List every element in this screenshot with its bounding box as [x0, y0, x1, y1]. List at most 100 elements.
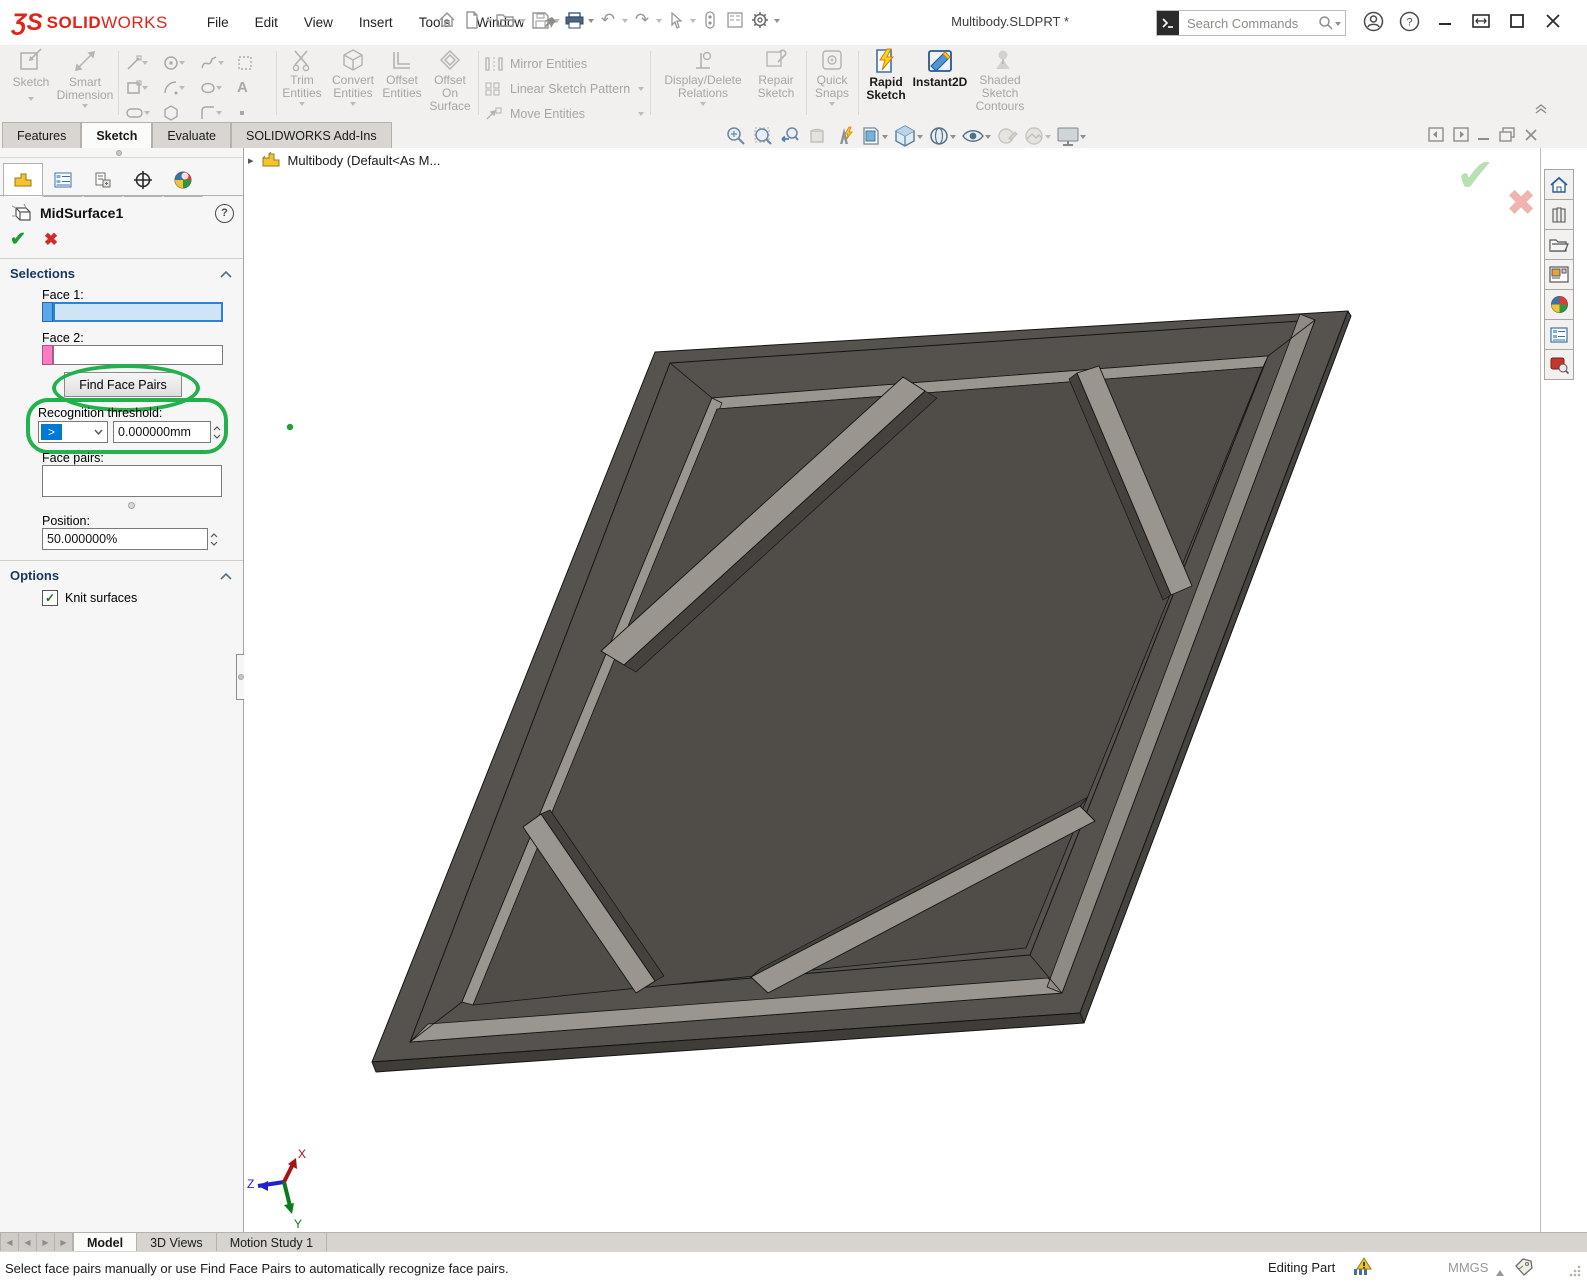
first-tab-button[interactable]: ◀: [0, 1233, 19, 1252]
tab-property-manager[interactable]: [3, 163, 43, 197]
apply-scene-icon[interactable]: [1023, 125, 1051, 147]
section-view-icon[interactable]: [806, 125, 828, 147]
panel-splitter-handle[interactable]: [236, 654, 244, 700]
maximize-button[interactable]: [1502, 8, 1532, 34]
text-tool-icon[interactable]: A: [233, 75, 270, 100]
edit-appearance-icon[interactable]: [996, 125, 1018, 147]
resize-grip[interactable]: [1568, 1264, 1582, 1278]
repair-sketch-button[interactable]: Repair Sketch: [750, 48, 802, 120]
tab-display-manager[interactable]: [163, 163, 203, 197]
rapid-sketch-button[interactable]: Rapid Sketch: [862, 48, 910, 120]
selection-filter-icon[interactable]: [699, 9, 721, 31]
menu-insert[interactable]: Insert: [346, 10, 406, 35]
next-document-icon[interactable]: [1453, 127, 1469, 142]
mirror-entities-button[interactable]: Mirror Entities: [484, 51, 644, 76]
face2-selection-box[interactable]: [53, 345, 223, 365]
restore-document-icon[interactable]: [1499, 127, 1515, 142]
appearances-scenes-icon[interactable]: [1544, 289, 1574, 320]
help-icon[interactable]: ?: [215, 204, 234, 223]
ellipse-tool-icon[interactable]: [196, 75, 233, 100]
menu-file[interactable]: File: [194, 10, 242, 35]
units-indicator[interactable]: MMGS: [1448, 1260, 1488, 1275]
options-group-header[interactable]: Options: [10, 568, 234, 583]
tab-solidworks-addins[interactable]: SOLIDWORKS Add-Ins: [231, 122, 392, 148]
ok-button[interactable]: ✔: [10, 228, 26, 251]
close-document-icon[interactable]: [1524, 128, 1538, 142]
settings-gear-icon[interactable]: [749, 9, 771, 31]
selections-group-header[interactable]: Selections: [10, 266, 234, 281]
search-magnifier-icon[interactable]: [1317, 14, 1335, 32]
collapse-ribbon-icon[interactable]: [1534, 103, 1548, 115]
zoom-fit-icon[interactable]: [725, 125, 747, 147]
close-button[interactable]: [1538, 8, 1568, 34]
tab-sketch[interactable]: Sketch: [81, 122, 152, 148]
threshold-operator-dropdown[interactable]: >: [38, 421, 108, 443]
next-tab-button[interactable]: ▶: [37, 1233, 55, 1252]
design-library-icon[interactable]: [1544, 199, 1574, 230]
search-box[interactable]: Search Commands: [1156, 10, 1346, 36]
tab-feature-manager[interactable]: [43, 163, 83, 197]
rectangle-tool-icon[interactable]: [122, 75, 159, 100]
hide-show-items-icon[interactable]: [961, 127, 991, 145]
knit-surfaces-checkbox[interactable]: ✓: [42, 590, 58, 606]
minimize-button[interactable]: [1430, 8, 1460, 34]
threshold-value-field[interactable]: 0.000000mm: [113, 421, 211, 443]
menu-edit[interactable]: Edit: [242, 10, 291, 35]
graphics-viewport[interactable]: ▸ Multibody (Default<As M... ✔ ✖: [244, 148, 1540, 1232]
tab-model[interactable]: Model: [73, 1233, 137, 1252]
collapse-options-icon[interactable]: [220, 572, 232, 580]
tab-evaluate[interactable]: Evaluate: [152, 122, 231, 148]
face1-selection-box[interactable]: [53, 302, 223, 322]
convert-entities-button[interactable]: Convert Entities: [328, 48, 378, 120]
minimize-document-icon[interactable]: [1478, 129, 1490, 141]
model-3d-midsurface-part[interactable]: [244, 148, 1540, 1232]
display-style-icon[interactable]: [928, 125, 956, 147]
quick-snaps-button[interactable]: Quick Snaps: [810, 48, 854, 120]
display-delete-relations-button[interactable]: Display/Delete Relations: [658, 48, 748, 120]
home-button[interactable]: [436, 9, 458, 31]
custom-properties-icon[interactable]: [1544, 319, 1574, 350]
linear-sketch-pattern-button[interactable]: Linear Sketch Pattern: [484, 76, 644, 101]
previous-view-icon[interactable]: [779, 125, 801, 147]
knit-surfaces-option[interactable]: ✓ Knit surfaces: [42, 590, 137, 606]
listbox-resize-handle[interactable]: [128, 502, 135, 509]
help-icon[interactable]: ?: [1394, 8, 1424, 34]
threshold-spinner[interactable]: [211, 426, 223, 439]
undo-button[interactable]: ↶: [597, 9, 619, 31]
units-dropdown-arrow-icon[interactable]: [1496, 1266, 1504, 1276]
tab-features[interactable]: Features: [2, 122, 81, 148]
circle-tool-icon[interactable]: [159, 50, 196, 75]
face-pairs-listbox[interactable]: [42, 465, 222, 497]
save-button[interactable]: [529, 9, 551, 31]
shaded-sketch-contours-button[interactable]: Shaded Sketch Contours: [970, 48, 1030, 120]
line-tool-icon[interactable]: [122, 50, 159, 75]
redo-button[interactable]: ↷: [631, 9, 653, 31]
tab-dimxpert-manager[interactable]: [123, 163, 163, 197]
smart-dimension-button[interactable]: Smart Dimension: [56, 48, 114, 120]
solidworks-resources-home-icon[interactable]: [1544, 169, 1574, 200]
select-button[interactable]: [665, 9, 687, 31]
view-orientation-icon[interactable]: [893, 124, 923, 148]
view-settings-icon[interactable]: [1056, 125, 1086, 147]
offset-on-surface-button[interactable]: Offset On Surface: [426, 48, 474, 120]
new-document-button[interactable]: [461, 9, 483, 31]
annotations-icon[interactable]: [833, 125, 855, 147]
previous-tab-button[interactable]: ◀: [19, 1233, 37, 1252]
solidworks-forum-icon[interactable]: [1544, 349, 1574, 380]
file-explorer-icon[interactable]: [1544, 229, 1574, 260]
trim-pattern-tool-icon[interactable]: [233, 50, 270, 75]
options-list-icon[interactable]: [724, 9, 746, 31]
previous-document-icon[interactable]: [1428, 127, 1444, 142]
panel-top-handle[interactable]: [0, 148, 243, 158]
tags-icon[interactable]: [1514, 1258, 1534, 1276]
sketch-point[interactable]: [287, 424, 293, 430]
tab-configuration-manager[interactable]: [83, 163, 123, 197]
spline-tool-icon[interactable]: [196, 50, 233, 75]
face2-selection[interactable]: [42, 345, 223, 365]
position-value-field[interactable]: 50.000000%: [42, 528, 208, 550]
menu-view[interactable]: View: [291, 10, 346, 35]
instant2d-button[interactable]: Instant2D: [912, 48, 968, 120]
offset-entities-button[interactable]: Offset Entities: [380, 48, 424, 120]
sketch-button[interactable]: Sketch: [6, 48, 56, 120]
cancel-button[interactable]: ✖: [44, 230, 58, 250]
